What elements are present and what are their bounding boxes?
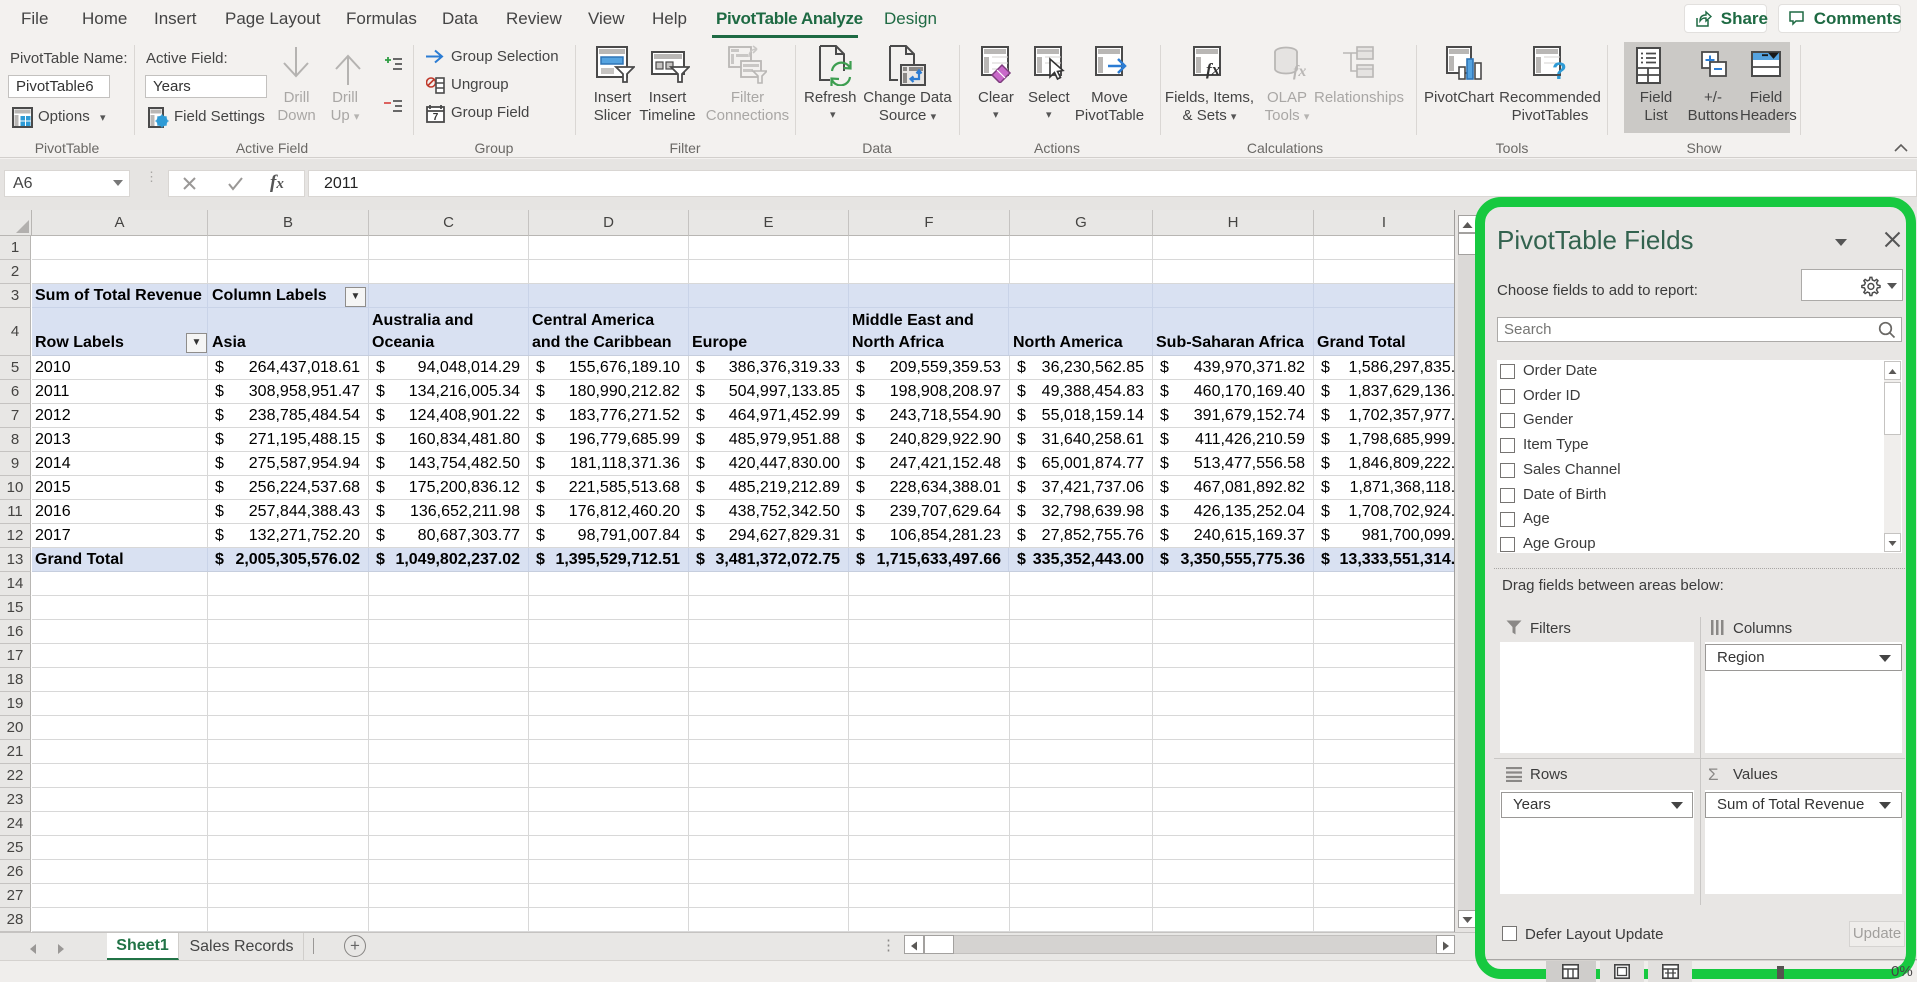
svg-text:?: ? [1552, 58, 1567, 83]
svg-text:fx: fx [1293, 63, 1306, 80]
svg-text:fx: fx [1206, 60, 1221, 79]
svg-text:7: 7 [433, 112, 439, 123]
